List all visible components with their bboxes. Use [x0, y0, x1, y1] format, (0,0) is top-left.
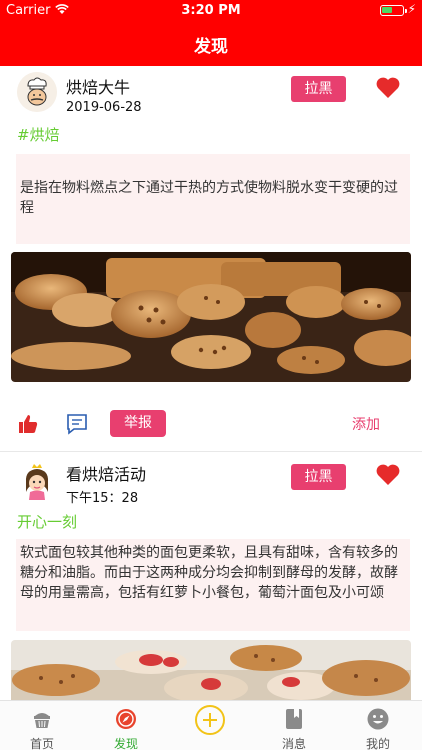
- navigation-bar: Carrier 3:20 PM ⚡ 发现: [0, 0, 422, 66]
- post-username[interactable]: 看烘焙活动: [66, 461, 146, 485]
- tab-bar: 首页 发现 消息 我的: [0, 700, 422, 750]
- heart-icon[interactable]: [375, 463, 401, 487]
- post-text: 是指在物料燃点之下通过干热的方式使物料脱水变干变硬的过程: [16, 154, 410, 244]
- battery-icon: [380, 5, 407, 16]
- post-tag[interactable]: 开心一刻: [17, 511, 77, 532]
- report-button[interactable]: 举报: [110, 410, 166, 437]
- tab-add[interactable]: [168, 701, 252, 750]
- post-username[interactable]: 烘焙大牛: [66, 74, 130, 98]
- post-date: 下午15：28: [66, 491, 139, 506]
- post-card: 烘焙大牛 2019-06-28 拉黑 #烘焙 是指在物料燃点之下通过干热的方式使…: [0, 66, 422, 452]
- smiley-icon: [367, 708, 389, 730]
- girl-avatar-icon: [17, 462, 57, 502]
- block-button[interactable]: 拉黑: [291, 76, 346, 102]
- compass-icon: [116, 709, 136, 729]
- status-time: 3:20 PM: [181, 3, 241, 18]
- tab-profile[interactable]: 我的: [336, 701, 420, 750]
- tab-profile-label: 我的: [365, 737, 390, 750]
- cake-icon: [34, 713, 50, 728]
- post-text: 软式面包较其他种类的面包更柔软，且具有甜味，含有较多的糖分和油脂。而由于这两种成…: [16, 539, 410, 631]
- avatar[interactable]: [17, 462, 57, 502]
- tab-messages[interactable]: 消息: [252, 701, 336, 750]
- post-divider: [0, 451, 422, 452]
- heart-icon[interactable]: [375, 76, 401, 100]
- tab-discover-label: 发现: [113, 737, 138, 750]
- page-title: 发现: [194, 37, 228, 57]
- plus-circle-icon: [195, 705, 225, 735]
- thumbs-up-icon[interactable]: [18, 414, 38, 434]
- comment-icon[interactable]: [66, 413, 88, 435]
- tab-home[interactable]: 首页: [0, 701, 84, 750]
- tab-discover[interactable]: 发现: [84, 701, 168, 750]
- post-tag[interactable]: #烘焙: [17, 124, 60, 145]
- add-link[interactable]: 添加: [352, 414, 380, 434]
- bookmark-icon: [286, 709, 302, 729]
- chef-avatar-icon: [17, 72, 57, 112]
- tart-image: [11, 640, 411, 700]
- post-date: 2019-06-28: [66, 100, 142, 115]
- feed-list[interactable]: 烘焙大牛 2019-06-28 拉黑 #烘焙 是指在物料燃点之下通过干热的方式使…: [0, 66, 422, 700]
- tab-messages-label: 消息: [281, 737, 306, 750]
- status-bar: Carrier 3:20 PM ⚡: [0, 0, 422, 22]
- post-actions: 举报 添加: [0, 404, 422, 444]
- bread-image: [11, 252, 411, 382]
- charging-icon: ⚡: [407, 2, 416, 16]
- avatar[interactable]: [17, 72, 57, 112]
- post-photo-tarts[interactable]: [11, 640, 411, 700]
- post-card: 看烘焙活动 下午15：28 拉黑 开心一刻 软式面包较其他种类的面包更柔软，且具…: [0, 454, 422, 700]
- block-button[interactable]: 拉黑: [291, 464, 346, 490]
- tab-home-label: 首页: [29, 737, 54, 750]
- post-photo-bread[interactable]: [11, 252, 411, 382]
